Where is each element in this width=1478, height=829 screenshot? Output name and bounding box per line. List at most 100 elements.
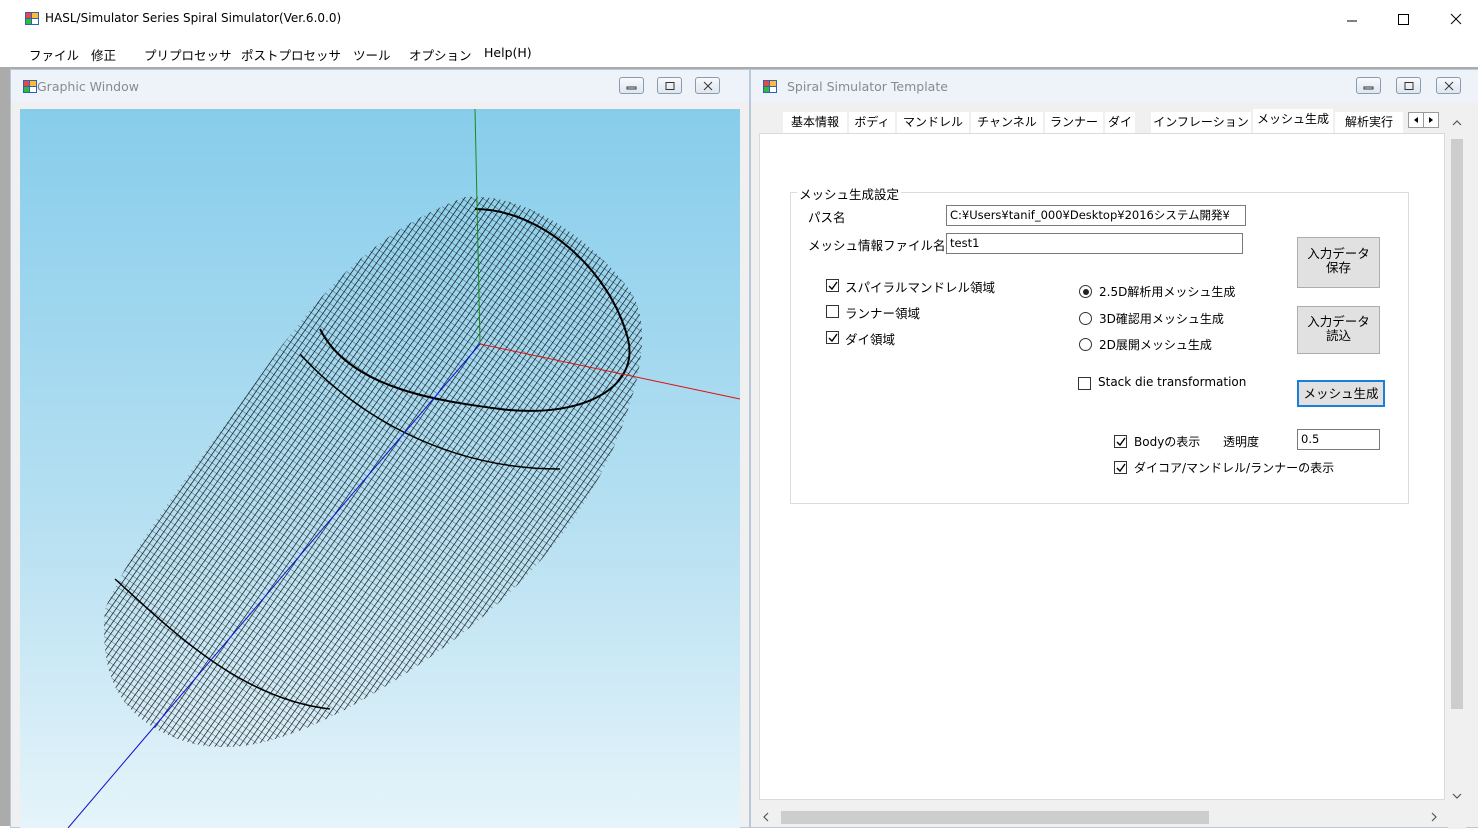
horizontal-scrollbar[interactable]	[753, 808, 1448, 827]
vertical-scroll-thumb[interactable]	[1451, 139, 1463, 709]
close-button[interactable]	[1434, 6, 1478, 34]
die-label: ダイ領域	[845, 332, 896, 347]
tab-run-analysis[interactable]: 解析実行	[1335, 112, 1403, 133]
menu-bar: ファイル 修正 プリプロセッサ ポストプロセッサ ツール オプション Help(…	[0, 40, 1478, 67]
runner-checkbox[interactable]	[826, 305, 839, 318]
close-icon	[1444, 81, 1454, 91]
core-display-label: ダイコア/マンドレル/ランナーの表示	[1134, 461, 1335, 475]
graphic-window-title: Graphic Window	[37, 79, 139, 94]
template-window-titlebar[interactable]: Spiral Simulator Template	[751, 70, 1478, 102]
tab-mandrel[interactable]: マンドレル	[897, 112, 969, 133]
save-button-line1: 入力データ	[1307, 246, 1370, 261]
restore-icon	[665, 82, 675, 90]
template-window-title: Spiral Simulator Template	[787, 79, 948, 94]
graphic-minimize-button[interactable]	[619, 77, 644, 94]
tab-mesh-generation[interactable]: メッシュ生成	[1253, 109, 1333, 133]
runner-label: ランナー領域	[845, 306, 921, 321]
tab-channel[interactable]: チャンネル	[971, 112, 1043, 133]
mdi-workspace: Graphic Window Spiral Simulator Template…	[0, 67, 1478, 829]
checkmark-icon	[828, 333, 838, 343]
graphic-close-button[interactable]	[695, 77, 720, 94]
tab-scroll-right-button[interactable]	[1423, 112, 1439, 128]
core-display-checkbox[interactable]	[1114, 461, 1127, 474]
checkmark-icon	[1116, 437, 1126, 447]
tab-inflation[interactable]: インフレーション	[1151, 112, 1251, 133]
menu-tools[interactable]: ツール	[353, 45, 391, 64]
tab-body[interactable]: ボディ	[849, 112, 895, 133]
path-label: パス名	[808, 210, 846, 225]
radio-2d-mesh-label: 2D展開メッシュ生成	[1099, 338, 1212, 352]
minimize-icon	[1347, 20, 1357, 22]
graphic-window: Graphic Window	[10, 69, 750, 828]
mesh-generation-page: メッシュ生成設定 パス名 C:¥Users¥tanif_000¥Desktop¥…	[759, 133, 1445, 800]
path-input[interactable]: C:¥Users¥tanif_000¥Desktop¥2016システム開発¥	[946, 205, 1246, 226]
app-titlebar: HASL/Simulator Series Spiral Simulator(V…	[0, 0, 1478, 40]
3d-viewport[interactable]	[20, 109, 740, 828]
scroll-down-icon	[1452, 793, 1462, 799]
spiral-mandrel-label: スパイラルマンドレル領域	[845, 280, 996, 295]
minimize-button[interactable]	[1330, 6, 1374, 34]
wireframe-model	[67, 109, 740, 828]
app-icon	[25, 12, 39, 25]
tab-die[interactable]: ダイ	[1105, 112, 1135, 133]
die-checkbox[interactable]	[826, 331, 839, 344]
stack-die-checkbox[interactable]	[1078, 377, 1091, 390]
restore-icon	[1404, 82, 1414, 90]
load-button-line2: 読込	[1325, 328, 1351, 343]
radio-2-5d-mesh-label: 2.5D解析用メッシュ生成	[1099, 285, 1236, 299]
radio-2d-mesh[interactable]	[1079, 338, 1092, 351]
menu-help[interactable]: Help(H)	[484, 45, 532, 60]
scroll-left-icon	[763, 812, 769, 822]
load-input-data-button[interactable]: 入力データ 読込	[1297, 306, 1380, 354]
mesh-settings-group-title: メッシュ生成設定	[797, 184, 902, 203]
window-icon	[763, 80, 777, 93]
app-title: HASL/Simulator Series Spiral Simulator(V…	[45, 11, 342, 25]
tab-strip: 基本情報 ボディ マンドレル チャンネル ランナー ダイ インフレーション メッ…	[759, 109, 1449, 133]
radio-2-5d-mesh[interactable]	[1079, 285, 1092, 298]
generate-mesh-button[interactable]: メッシュ生成	[1297, 380, 1385, 407]
maximize-button[interactable]	[1382, 6, 1426, 34]
mesh-body	[104, 196, 643, 748]
vertical-scrollbar[interactable]	[1448, 109, 1466, 829]
checkmark-icon	[1116, 463, 1126, 473]
body-display-label: Bodyの表示	[1134, 435, 1201, 449]
save-input-data-button[interactable]: 入力データ 保存	[1297, 237, 1380, 288]
menu-file[interactable]: ファイル	[29, 45, 79, 64]
template-restore-button[interactable]	[1396, 77, 1421, 94]
menu-edit[interactable]: 修正	[91, 45, 116, 64]
scroll-right-icon	[1431, 812, 1437, 822]
tab-runner[interactable]: ランナー	[1045, 112, 1103, 133]
close-icon	[703, 81, 713, 91]
minimize-icon	[626, 86, 637, 90]
maximize-icon	[1398, 14, 1409, 25]
arrow-right-icon	[1429, 117, 1433, 123]
template-window: Spiral Simulator Template 基本情報 ボディ マンドレル…	[750, 69, 1478, 829]
radio-3d-mesh[interactable]	[1079, 312, 1092, 325]
window-icon	[23, 80, 37, 93]
graphic-window-titlebar[interactable]: Graphic Window	[11, 70, 749, 102]
template-minimize-button[interactable]	[1356, 77, 1381, 94]
tab-basic-info[interactable]: 基本情報	[783, 112, 847, 133]
load-button-line1: 入力データ	[1307, 314, 1370, 329]
radio-3d-mesh-label: 3D確認用メッシュ生成	[1099, 312, 1224, 326]
mesh-file-label: メッシュ情報ファイル名	[808, 238, 946, 253]
stack-die-label: Stack die transformation	[1098, 375, 1247, 389]
checkmark-icon	[828, 281, 838, 291]
menu-options[interactable]: オプション	[409, 45, 472, 64]
template-close-button[interactable]	[1436, 77, 1461, 94]
transparency-label: 透明度	[1223, 435, 1260, 449]
transparency-input[interactable]: 0.5	[1297, 429, 1380, 450]
minimize-icon	[1363, 86, 1374, 90]
radio-dot	[1082, 288, 1089, 295]
body-display-checkbox[interactable]	[1114, 435, 1127, 448]
tab-scroll-left-button[interactable]	[1408, 112, 1424, 128]
close-icon	[1450, 13, 1462, 25]
horizontal-scroll-thumb[interactable]	[781, 811, 1209, 824]
save-button-line2: 保存	[1325, 260, 1351, 275]
graphic-restore-button[interactable]	[657, 77, 682, 94]
menu-postprocessor[interactable]: ポストプロセッサ	[241, 45, 341, 64]
arrow-left-icon	[1414, 117, 1418, 123]
mesh-file-input[interactable]: test1	[946, 233, 1243, 254]
spiral-mandrel-checkbox[interactable]	[826, 279, 839, 292]
menu-preprocessor[interactable]: プリプロセッサ	[144, 45, 232, 64]
